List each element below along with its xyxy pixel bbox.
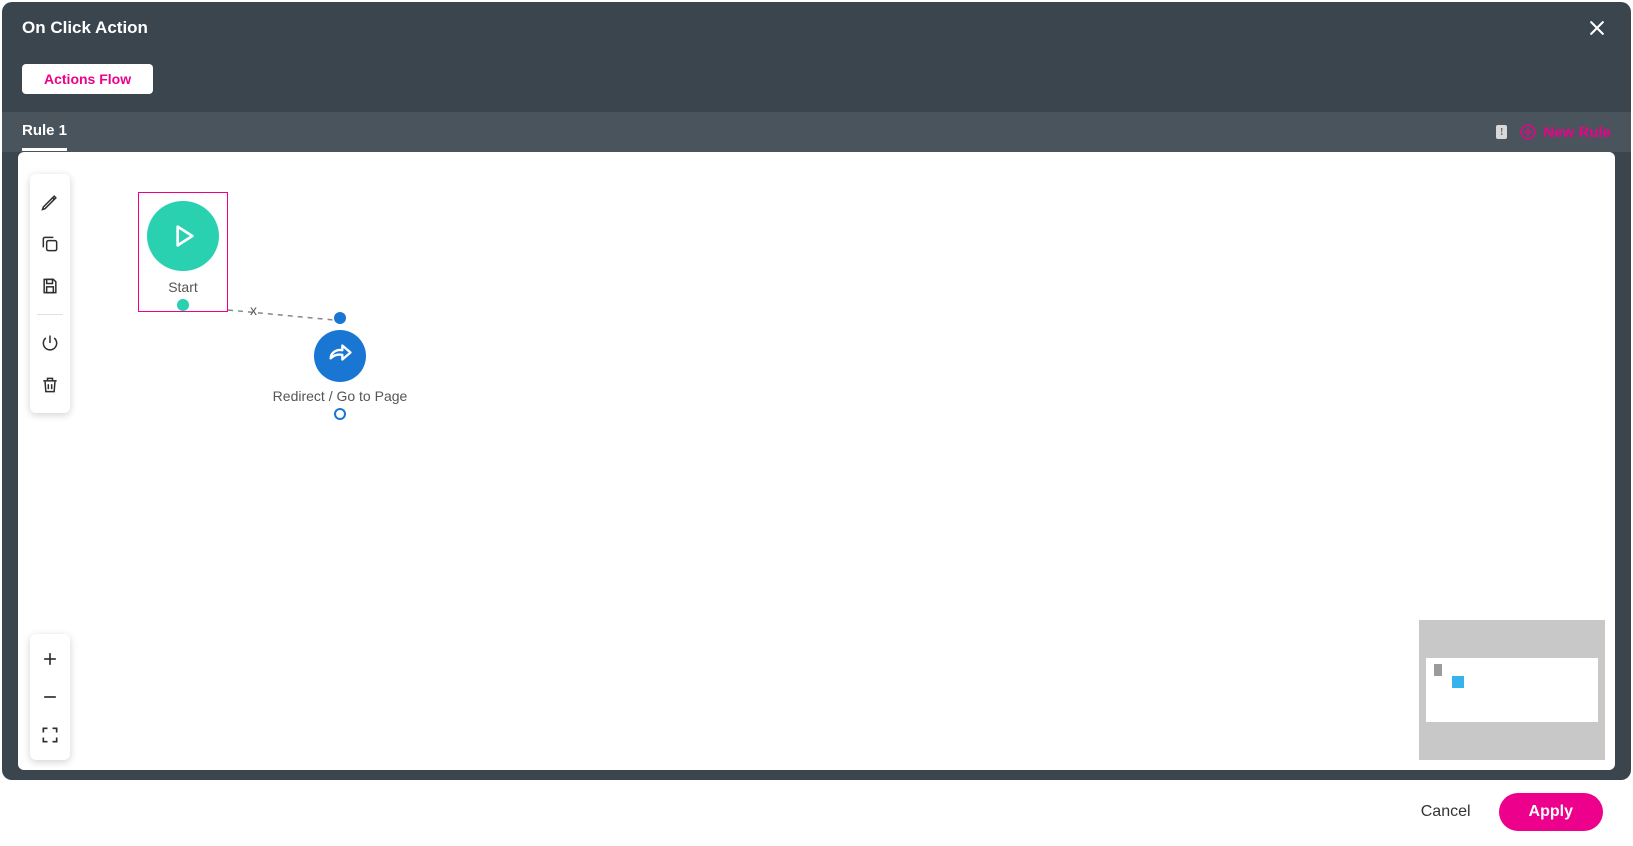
- minimap[interactable]: [1419, 620, 1605, 760]
- start-node-label: Start: [168, 279, 198, 295]
- redirect-node[interactable]: Redirect / Go to Page: [250, 312, 430, 420]
- play-icon: [167, 220, 199, 252]
- minimap-viewport: [1426, 658, 1598, 722]
- minimap-node-redirect: [1452, 676, 1464, 688]
- start-node-output-port[interactable]: [177, 299, 189, 311]
- toolbox-separator: [37, 314, 63, 315]
- redirect-node-label: Redirect / Go to Page: [273, 388, 408, 404]
- minus-icon: [40, 687, 60, 707]
- pencil-icon: [40, 192, 60, 212]
- minimap-node-start: [1434, 664, 1442, 676]
- on-click-action-modal: On Click Action Actions Flow Rule 1 ! Ne…: [2, 2, 1631, 780]
- zoom-toolbox: [30, 634, 70, 760]
- delete-tool-button[interactable]: [32, 365, 68, 405]
- save-tool-button[interactable]: [32, 266, 68, 306]
- modal-header: On Click Action: [2, 2, 1631, 54]
- save-icon: [40, 276, 60, 296]
- copy-icon: [40, 234, 60, 254]
- modal-title: On Click Action: [22, 18, 148, 38]
- share-arrow-icon: [326, 342, 354, 370]
- mode-bar: Actions Flow: [2, 54, 1631, 112]
- fullscreen-icon: [40, 725, 60, 745]
- close-icon: [1587, 18, 1607, 38]
- start-node[interactable]: Start: [138, 192, 228, 312]
- edit-tool-button[interactable]: [32, 182, 68, 222]
- flow-canvas[interactable]: x Start Redirect / Go to Page: [18, 152, 1615, 770]
- rule-warning-badge: !: [1496, 125, 1508, 139]
- node-toolbox: [30, 174, 70, 413]
- new-rule-label: New Rule: [1543, 124, 1611, 141]
- plus-icon: [40, 649, 60, 669]
- close-button[interactable]: [1583, 14, 1611, 42]
- redirect-node-input-port[interactable]: [334, 312, 346, 324]
- redirect-node-output-port[interactable]: [334, 408, 346, 420]
- power-icon: [40, 333, 60, 353]
- disable-tool-button[interactable]: [32, 323, 68, 363]
- rule-tab-1[interactable]: Rule 1: [22, 113, 67, 151]
- redirect-node-circle[interactable]: [314, 330, 366, 382]
- actions-flow-tab[interactable]: Actions Flow: [22, 64, 153, 94]
- zoom-fit-button[interactable]: [32, 716, 68, 754]
- trash-icon: [40, 375, 60, 395]
- copy-tool-button[interactable]: [32, 224, 68, 264]
- zoom-in-button[interactable]: [32, 640, 68, 678]
- rules-bar: Rule 1 ! New Rule: [2, 112, 1631, 152]
- zoom-out-button[interactable]: [32, 678, 68, 716]
- apply-button[interactable]: Apply: [1499, 793, 1603, 831]
- new-rule-button[interactable]: New Rule: [1519, 123, 1611, 141]
- plus-circle-icon: [1519, 123, 1537, 141]
- cancel-button[interactable]: Cancel: [1421, 803, 1471, 821]
- start-node-circle[interactable]: [147, 201, 219, 271]
- modal-footer: Cancel Apply: [0, 782, 1633, 842]
